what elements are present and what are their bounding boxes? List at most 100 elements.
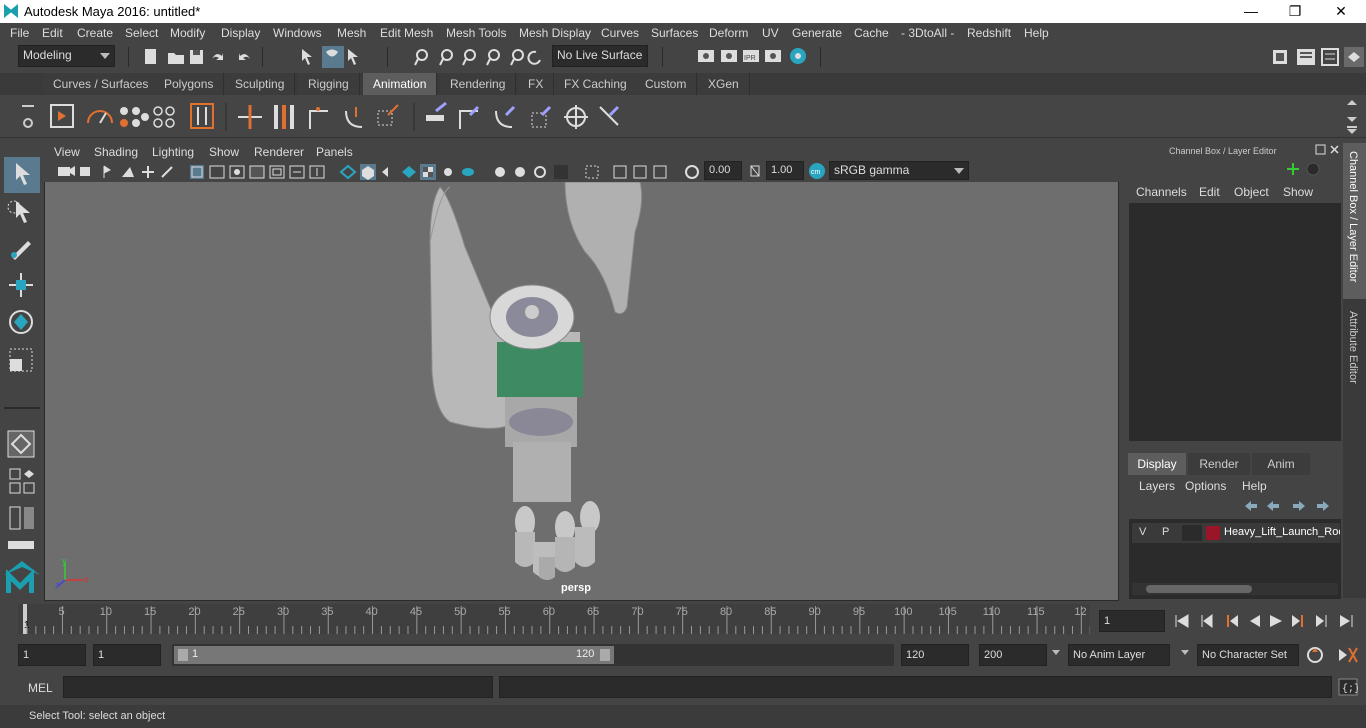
viewport-3d-scene[interactable]: persp x y z	[45, 182, 1118, 600]
character-set-dropdown[interactable]: No Character Set	[1197, 644, 1299, 666]
menu-help[interactable]: Help	[1024, 26, 1049, 40]
current-frame-field[interactable]: 1	[1099, 610, 1165, 632]
menu-edit[interactable]: Edit	[42, 26, 63, 40]
minimize-button[interactable]: —	[1228, 0, 1274, 23]
color-management-icon[interactable]: cm	[808, 162, 826, 180]
menu-uv[interactable]: UV	[762, 26, 779, 40]
menu-mesh-tools[interactable]: Mesh Tools	[446, 26, 506, 40]
menu-mesh[interactable]: Mesh	[337, 26, 366, 40]
maximize-button[interactable]: ❐	[1272, 0, 1318, 23]
layer-menu-options[interactable]: Options	[1185, 479, 1226, 493]
layer-tab-display[interactable]: Display	[1128, 453, 1186, 475]
layer-row[interactable]: V P Heavy_Lift_Launch_Rocket	[1132, 523, 1340, 543]
shelf-tab-animation[interactable]: Animation	[363, 73, 438, 95]
side-tab-channel-box[interactable]: Channel Box / Layer Editor	[1343, 143, 1366, 299]
panel-toolbar: 0.00 1.00 cm sRGB gamma	[44, 161, 1119, 182]
menu-deform[interactable]: Deform	[709, 26, 748, 40]
scrollbar-thumb[interactable]	[1146, 585, 1252, 593]
layer-tab-anim[interactable]: Anim	[1252, 453, 1310, 475]
layer-color-swatch[interactable]	[1206, 526, 1220, 540]
timeline-tick-label: 10	[100, 606, 112, 618]
auto-key-prefs-icons[interactable]	[1305, 645, 1363, 665]
playback-end-field[interactable]: 120	[901, 644, 969, 666]
panel-float-close-icons[interactable]	[1315, 144, 1341, 156]
layer-tab-render[interactable]: Render	[1188, 453, 1250, 475]
shelf-tab-rigging[interactable]: Rigging	[298, 73, 360, 95]
rocket-model[interactable]	[45, 182, 1118, 600]
menu-create[interactable]: Create	[77, 26, 113, 40]
playback-start-field[interactable]: 1	[93, 644, 161, 666]
menu-mesh-display[interactable]: Mesh Display	[519, 26, 591, 40]
menu-curves[interactable]: Curves	[601, 26, 639, 40]
menu-display[interactable]: Display	[221, 26, 260, 40]
shelf-tab-rendering[interactable]: Rendering	[440, 73, 517, 95]
channel-box-icons[interactable]	[1283, 161, 1333, 179]
shelf-tab-custom[interactable]: Custom	[635, 73, 698, 95]
animation-end-field[interactable]: 200	[979, 644, 1047, 666]
command-input[interactable]	[63, 676, 493, 698]
close-button[interactable]: ✕	[1318, 0, 1364, 23]
channel-list[interactable]	[1129, 203, 1341, 441]
panel-menu-panels[interactable]: Panels	[316, 145, 353, 159]
shelf-tab-fx-caching[interactable]: FX Caching	[554, 73, 638, 95]
menu-file[interactable]: File	[10, 26, 29, 40]
chevron-down-icon[interactable]	[1052, 650, 1060, 655]
shelf-tab-polygons[interactable]: Polygons	[154, 73, 225, 95]
animation-shelf-icons[interactable]	[48, 101, 628, 133]
layer-visibility-toggle[interactable]: V	[1139, 526, 1146, 538]
menu-windows[interactable]: Windows	[273, 26, 322, 40]
layer-name[interactable]: Heavy_Lift_Launch_Rocket	[1224, 526, 1340, 538]
command-language-label[interactable]: MEL	[28, 681, 53, 695]
file-tools-icons[interactable]	[142, 47, 257, 67]
playback-controls[interactable]	[1172, 610, 1364, 632]
menu-select[interactable]: Select	[125, 26, 158, 40]
gamma-field[interactable]: 1.00	[766, 161, 804, 180]
animation-start-field[interactable]: 1	[18, 644, 86, 666]
shelf-tab-fx[interactable]: FX	[518, 73, 555, 95]
menu-edit-mesh[interactable]: Edit Mesh	[380, 26, 433, 40]
render-icons[interactable]: IPR	[695, 46, 810, 68]
script-editor-icon[interactable]: {;}	[1338, 678, 1358, 696]
range-slider-handle[interactable]: 1 120	[174, 646, 614, 664]
panel-menu-view[interactable]: View	[54, 145, 80, 159]
menu-generate[interactable]: Generate	[792, 26, 842, 40]
layer-menu-layers[interactable]: Layers	[1139, 479, 1175, 493]
selection-mask-icons[interactable]	[298, 46, 368, 68]
shelf-tab-curves-surfaces[interactable]: Curves / Surfaces	[43, 73, 160, 95]
time-slider[interactable]: 1 5 10 15 20 25 30 35 40 45 50 55 60 65 70 75 80 85 90 95 1…	[18, 604, 1090, 634]
channel-menu-channels[interactable]: Channels	[1136, 185, 1187, 199]
layer-list-scrollbar[interactable]	[1132, 583, 1338, 595]
shelf-tab-xgen[interactable]: XGen	[698, 73, 750, 95]
channel-menu-object[interactable]: Object	[1234, 185, 1269, 199]
layer-playback-toggle[interactable]: P	[1162, 526, 1169, 538]
layer-action-icons[interactable]	[1243, 498, 1339, 514]
menu-set-dropdown[interactable]: Modeling	[18, 45, 115, 67]
menu-cache[interactable]: Cache	[854, 26, 889, 40]
panel-toolbar-icons[interactable]	[58, 163, 708, 181]
menu-redshift[interactable]: Redshift	[967, 26, 1011, 40]
live-surface-field[interactable]: No Live Surface	[552, 45, 648, 67]
shelf-tab-sculpting[interactable]: Sculpting	[225, 73, 296, 95]
layer-reference-toggle[interactable]	[1182, 525, 1202, 541]
panel-menu-renderer[interactable]: Renderer	[254, 145, 304, 159]
panel-menu-lighting[interactable]: Lighting	[152, 145, 194, 159]
shelf-menu-icon[interactable]	[18, 97, 38, 137]
side-tab-attribute-editor[interactable]: Attribute Editor	[1343, 303, 1366, 393]
color-space-dropdown[interactable]: sRGB gamma	[829, 161, 969, 180]
channel-menu-show[interactable]: Show	[1283, 185, 1313, 199]
chevron-down-icon[interactable]	[1181, 650, 1189, 655]
menu-surfaces[interactable]: Surfaces	[651, 26, 698, 40]
anim-layer-dropdown[interactable]: No Anim Layer	[1068, 644, 1170, 666]
shelf-scroll-icon[interactable]	[1344, 97, 1360, 135]
panel-menu-show[interactable]: Show	[209, 145, 239, 159]
tool-icons[interactable]	[4, 157, 40, 577]
menu-3dtoall[interactable]: - 3DtoAll -	[901, 26, 954, 40]
menu-modify[interactable]: Modify	[170, 26, 205, 40]
panel-menu-shading[interactable]: Shading	[94, 145, 138, 159]
snap-icons[interactable]	[412, 47, 547, 67]
layer-menu-help[interactable]: Help	[1242, 479, 1267, 493]
workspace-icons[interactable]	[1270, 46, 1366, 68]
exposure-field[interactable]: 0.00	[704, 161, 742, 180]
channel-menu-edit[interactable]: Edit	[1199, 185, 1220, 199]
range-slider[interactable]: 1 120	[172, 644, 894, 666]
